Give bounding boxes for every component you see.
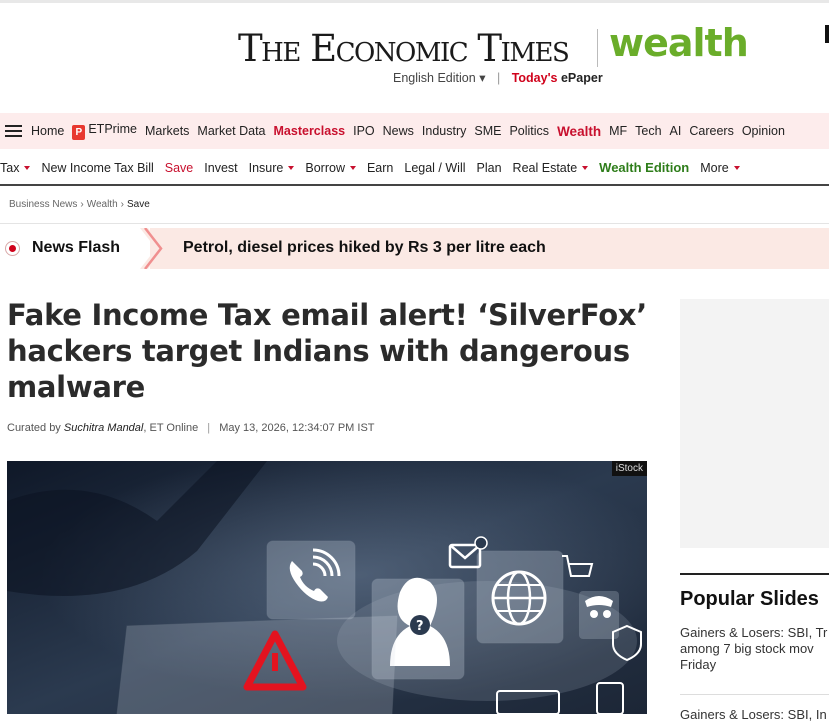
live-dot-icon — [5, 241, 20, 256]
article-byline: Curated by Suchitra Mandal, ET Online | … — [7, 422, 375, 434]
chevron-down-icon — [349, 165, 356, 170]
nav-tech[interactable]: Tech — [635, 124, 661, 138]
subnav-insure[interactable]: Insure — [249, 161, 295, 175]
subnav-invest[interactable]: Invest — [204, 161, 237, 175]
byline-separator: | — [207, 422, 211, 434]
subnav-real-estate[interactable]: Real Estate — [513, 161, 589, 175]
offscreen-element — [825, 25, 829, 43]
breadcrumb: Business News › Wealth › Save — [9, 199, 150, 210]
economic-times-logo[interactable]: The Economic Times — [238, 27, 570, 70]
chevron-down-icon — [288, 165, 295, 170]
nav-news[interactable]: News — [383, 124, 414, 138]
todays-label: Today's — [511, 71, 558, 85]
subnav-earn[interactable]: Earn — [367, 161, 393, 175]
wealth-logo[interactable]: wealth — [609, 21, 749, 65]
nav-careers[interactable]: Careers — [689, 124, 733, 138]
breadcrumb-wealth[interactable]: Wealth — [87, 199, 118, 210]
subnav-save[interactable]: Save — [165, 161, 194, 175]
sidebar-divider — [680, 573, 829, 575]
hamburger-menu-icon[interactable] — [5, 124, 22, 138]
image-credit: iStock — [611, 461, 647, 476]
news-flash-headline[interactable]: Petrol, diesel prices hiked by Rs 3 per … — [183, 239, 546, 257]
news-flash-label: News Flash — [32, 239, 121, 256]
primary-nav: Home P ETPrime Markets Market Data Master… — [0, 113, 829, 149]
news-flash-bar: News Flash Petrol, diesel prices hiked b… — [0, 228, 829, 269]
svg-text:?: ? — [416, 619, 424, 634]
nav-wealth[interactable]: Wealth — [557, 124, 601, 139]
subnav-more[interactable]: More — [700, 160, 740, 175]
breadcrumb-divider — [0, 223, 829, 224]
subnav-tax[interactable]: Tax — [0, 160, 31, 175]
subnav-real-estate-label: Real Estate — [512, 160, 578, 175]
chevron-down-icon: ▾ — [479, 71, 486, 85]
edition-selector[interactable]: English Edition ▾ — [393, 71, 485, 85]
nav-etprime[interactable]: P ETPrime — [72, 122, 137, 140]
secondary-nav: Tax New Income Tax Bill Save Invest Insu… — [0, 155, 829, 180]
nav-politics[interactable]: Politics — [509, 124, 549, 138]
subnav-borrow-label: Borrow — [305, 160, 345, 175]
byline-prefix: Curated by — [7, 422, 61, 434]
logo-divider — [597, 29, 598, 67]
masthead: The Economic Times wealth English Editio… — [0, 3, 829, 111]
byline-outlet: , ET Online — [143, 422, 199, 434]
etprime-icon: P — [72, 125, 86, 140]
cyber-security-illustration: ? — [7, 461, 647, 714]
article-datetime: May 13, 2026, 12:34:07 PM IST — [219, 422, 375, 434]
article-headline: Fake Income Tax email alert! ‘SilverFox’… — [7, 298, 647, 404]
subnav-more-label: More — [700, 160, 729, 175]
subnav-wealth-edition[interactable]: Wealth Edition — [599, 160, 689, 175]
advertisement-placeholder — [680, 299, 829, 548]
chevron-down-icon — [733, 165, 740, 170]
subnav-legal-will[interactable]: Legal / Will — [404, 161, 465, 175]
popular-slide-item[interactable]: Gainers & Losers: SBI, In — [680, 694, 829, 722]
breadcrumb-business-news[interactable]: Business News — [9, 199, 77, 210]
breadcrumb-separator: › — [120, 199, 124, 210]
nav-home[interactable]: Home — [31, 124, 64, 138]
chevron-right-icon — [140, 228, 164, 269]
nav-mf[interactable]: MF — [609, 124, 627, 138]
subnav-new-income-tax-bill[interactable]: New Income Tax Bill — [41, 161, 153, 175]
nav-markets[interactable]: Markets — [145, 124, 189, 138]
subnav-insure-label: Insure — [248, 160, 284, 175]
edition-label: English Edition — [393, 71, 476, 85]
nav-opinion[interactable]: Opinion — [742, 124, 785, 138]
nav-ipo[interactable]: IPO — [353, 124, 375, 138]
epaper-label: ePaper — [560, 71, 603, 85]
nav-etprime-label: ETPrime — [88, 122, 137, 136]
subnav-borrow[interactable]: Borrow — [305, 161, 356, 175]
nav-masterclass[interactable]: Masterclass — [274, 124, 346, 138]
epaper-link[interactable]: Today's ePaper — [512, 71, 603, 85]
edition-separator: | — [496, 71, 501, 85]
nav-industry[interactable]: Industry — [422, 124, 466, 138]
nav-sme[interactable]: SME — [474, 124, 501, 138]
nav-market-data[interactable]: Market Data — [197, 124, 265, 138]
nav-divider — [0, 184, 829, 186]
nav-ai[interactable]: AI — [670, 124, 682, 138]
subnav-plan[interactable]: Plan — [477, 161, 502, 175]
author-name[interactable]: Suchitra Mandal — [64, 422, 144, 434]
popular-slide-item[interactable]: Gainers & Losers: SBI, Tr among 7 big st… — [680, 625, 829, 673]
chevron-down-icon — [24, 165, 31, 170]
edition-bar: English Edition ▾ | Today's ePaper — [393, 70, 603, 85]
chevron-down-icon — [582, 165, 589, 170]
popular-slides-title: Popular Slides — [680, 588, 819, 610]
breadcrumb-separator: › — [80, 199, 84, 210]
subnav-tax-label: Tax — [0, 160, 20, 175]
breadcrumb-save[interactable]: Save — [127, 199, 150, 210]
article-hero-image: ? iStock — [7, 461, 647, 714]
